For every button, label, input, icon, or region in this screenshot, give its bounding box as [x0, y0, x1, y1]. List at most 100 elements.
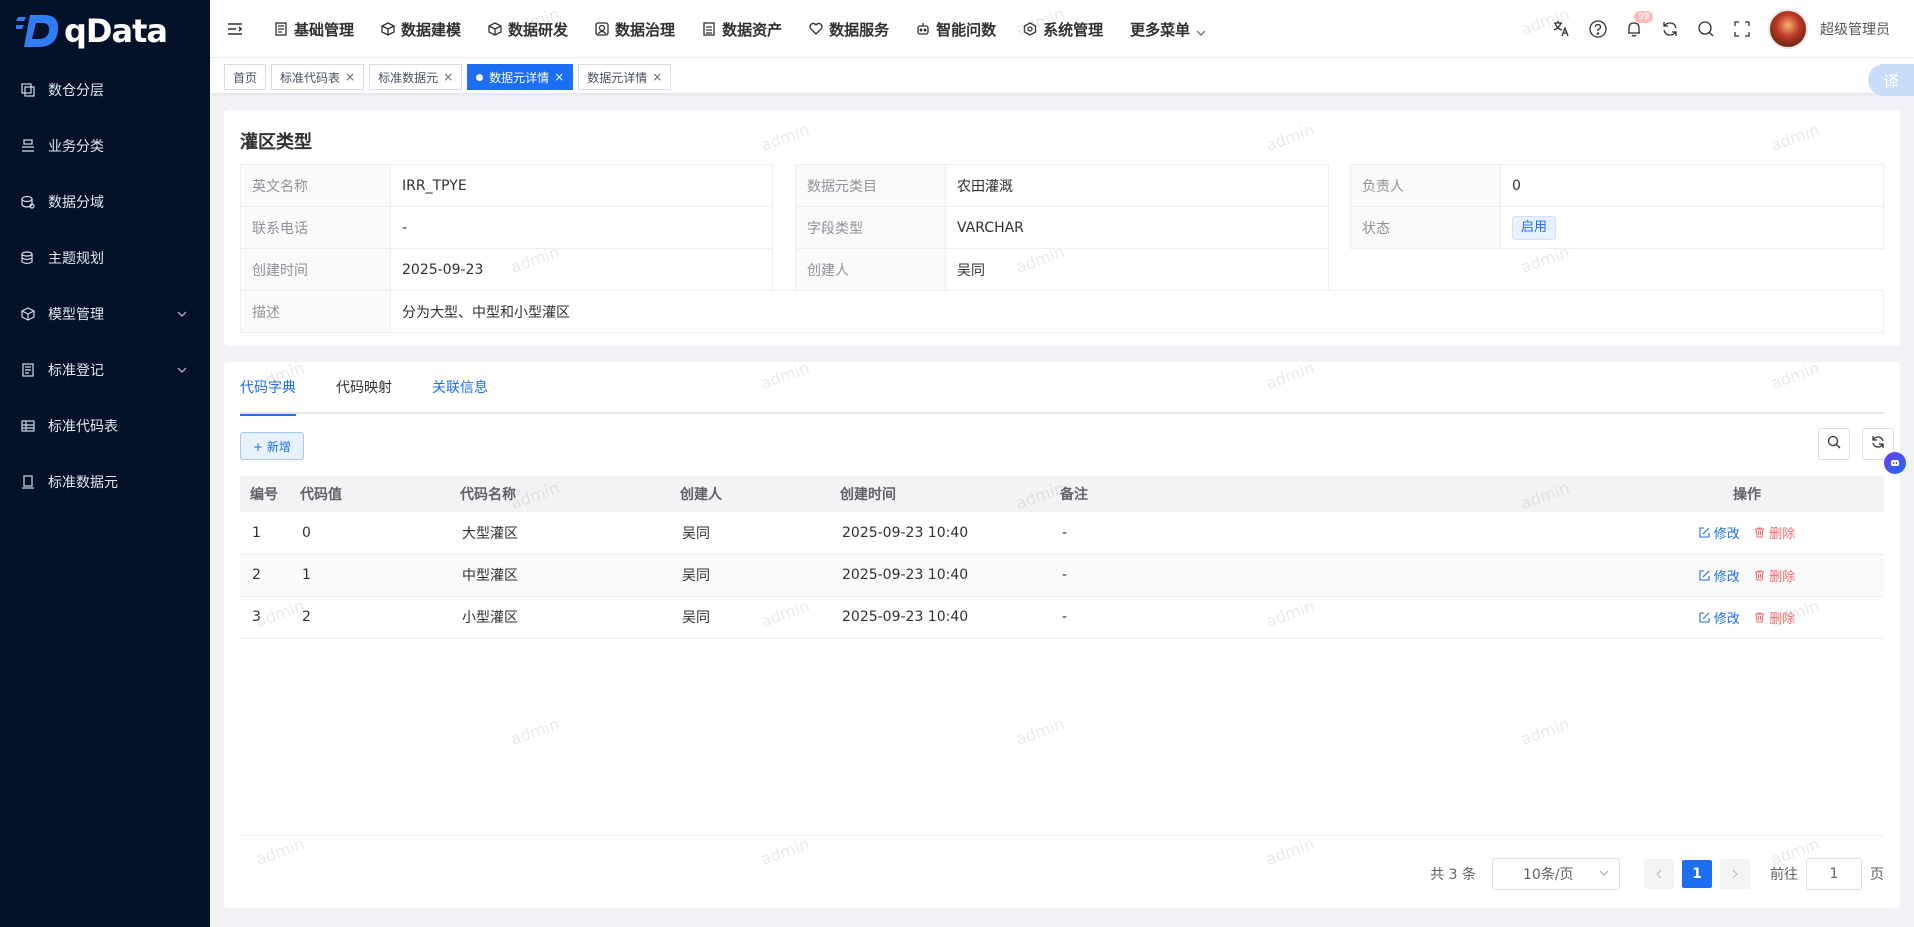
column-header: 创建人: [670, 476, 830, 512]
page-size-select[interactable]: 10条/页: [1492, 858, 1620, 890]
close-icon[interactable]: ×: [345, 70, 355, 84]
nav-smart-query[interactable]: 智能问数: [916, 19, 996, 40]
tag-data-element-detail-active[interactable]: 数据元详情 ×: [467, 64, 574, 90]
field-label: 数据元类目: [795, 164, 946, 207]
sidebar-item-label: 标准代码表: [48, 419, 118, 435]
cell-actions: 修改 删除: [1610, 596, 1884, 639]
tag-label: 首页: [233, 70, 258, 85]
cell-actions: 修改 删除: [1610, 512, 1884, 555]
nav-more-menu[interactable]: 更多菜单: [1130, 19, 1206, 40]
tag-label: 数据元详情: [587, 70, 648, 85]
nav-data-governance[interactable]: 数据治理: [595, 19, 675, 40]
fullscreen-icon[interactable]: [1732, 19, 1752, 39]
field-label: 创建时间: [240, 248, 391, 291]
settings-icon: [1023, 22, 1037, 36]
delete-button[interactable]: 删除: [1754, 566, 1795, 585]
data-element-icon: [20, 474, 36, 490]
code-dictionary-table: 编号 代码值 代码名称 创建人 创建时间 备注 操作 1 0 大型灌区 吴同 2…: [240, 476, 1884, 639]
sidebar-item-standard-code-table[interactable]: 标准代码表: [0, 398, 210, 454]
qdata-logo-icon: [15, 13, 62, 49]
sidebar-item-data-domain[interactable]: 数据分域: [0, 174, 210, 230]
cell-creator: 吴同: [670, 596, 830, 639]
sidebar-item-standard-data-element[interactable]: 标准数据元: [0, 454, 210, 510]
nav-data-service[interactable]: 数据服务: [809, 19, 889, 40]
page-number-current[interactable]: 1: [1682, 860, 1712, 888]
edit-label: 修改: [1713, 569, 1740, 585]
assistant-float-button[interactable]: [1884, 452, 1906, 474]
cell-actions: 修改 删除: [1610, 554, 1884, 597]
sidebar-item-standard-register[interactable]: 标准登记: [0, 342, 210, 398]
goto-label: 前往: [1770, 867, 1798, 883]
chevron-left-icon: [1656, 869, 1662, 879]
edit-label: 修改: [1713, 527, 1740, 543]
tab-related-info[interactable]: 关联信息: [432, 362, 488, 414]
cell-id: 3: [240, 596, 290, 639]
cell-remark: -: [1050, 554, 1610, 597]
logo[interactable]: qData: [0, 0, 210, 62]
detail-column-2: 数据元类目 农田灌溉 字段类型 VARCHAR 创建人 吴同: [795, 164, 1329, 291]
detail-column-1: 英文名称 IRR_TPYE 联系电话 - 创建时间 2025-09-23: [240, 164, 773, 291]
edit-button[interactable]: 修改: [1699, 608, 1740, 627]
delete-button[interactable]: 删除: [1754, 608, 1795, 627]
translate-button[interactable]: 译: [1868, 64, 1914, 96]
next-page-button[interactable]: [1720, 859, 1750, 889]
nav-data-modeling[interactable]: 数据建模: [381, 19, 461, 40]
edit-icon: [1699, 611, 1710, 623]
help-icon[interactable]: [1588, 19, 1608, 39]
close-icon[interactable]: ×: [554, 70, 564, 84]
column-header: 代码名称: [450, 476, 670, 512]
close-icon[interactable]: ×: [652, 70, 662, 84]
chevron-down-icon: [176, 364, 188, 376]
tag-bar: 首页 标准代码表 × 标准数据元 × 数据元详情 × 数据元详情 × 译: [210, 58, 1914, 96]
goto-page-input[interactable]: [1806, 858, 1862, 890]
sidebar-item-label: 模型管理: [48, 307, 104, 323]
nav-label: 数据资产: [722, 20, 783, 39]
sidebar-item-topic-plan[interactable]: 主题规划: [0, 230, 210, 286]
table-icon: [20, 418, 36, 434]
tag-home[interactable]: 首页: [224, 64, 267, 90]
tab-code-mapping[interactable]: 代码映射: [336, 362, 392, 414]
tags-list: 首页 标准代码表 × 标准数据元 × 数据元详情 × 数据元详情 ×: [224, 64, 676, 90]
nav-data-development[interactable]: 数据研发: [488, 19, 568, 40]
language-icon[interactable]: [1552, 19, 1572, 39]
username[interactable]: 超级管理员: [1820, 19, 1890, 39]
edit-button[interactable]: 修改: [1699, 523, 1740, 542]
sidebar-item-model-management[interactable]: 模型管理: [0, 286, 210, 342]
refresh-icon[interactable]: [1660, 19, 1680, 39]
prev-page-button[interactable]: [1644, 859, 1674, 889]
nav-label: 基础管理: [294, 20, 355, 39]
cell-created-time: 2025-09-23 10:40: [830, 596, 1050, 639]
detail-column-3: 负责人 0 状态 启用: [1350, 164, 1884, 249]
tag-standard-code-table[interactable]: 标准代码表 ×: [271, 64, 365, 90]
detail-description-row: 描述 分为大型、中型和小型灌区: [240, 290, 1884, 333]
table-search-button[interactable]: [1818, 428, 1850, 460]
edit-button[interactable]: 修改: [1699, 566, 1740, 585]
avatar[interactable]: [1768, 9, 1808, 49]
add-button[interactable]: + 新增: [240, 432, 304, 460]
field-type: VARCHAR: [945, 206, 1329, 249]
bell-icon[interactable]: 99: [1624, 11, 1654, 39]
delete-label: 删除: [1769, 611, 1796, 627]
tab-code-dictionary[interactable]: 代码字典: [240, 362, 296, 416]
tag-standard-data-element[interactable]: 标准数据元 ×: [369, 64, 463, 90]
page-size-value: 10条/页: [1523, 867, 1574, 883]
sidebar-item-layers[interactable]: 数仓分层: [0, 62, 210, 118]
delete-button[interactable]: 删除: [1754, 523, 1795, 542]
cell-remark: -: [1050, 512, 1610, 555]
sidebar-item-business-category[interactable]: 业务分类: [0, 118, 210, 174]
chevron-down-icon: [176, 308, 188, 320]
hamburger-icon[interactable]: [226, 20, 244, 38]
page-title: 灌区类型: [240, 132, 312, 153]
status-badge: 启用: [1512, 215, 1557, 240]
column-header: 创建时间: [830, 476, 1050, 512]
nav-data-assets[interactable]: 数据资产: [702, 19, 782, 40]
nav-label: 数据研发: [508, 20, 569, 39]
nav-system-management[interactable]: 系统管理: [1023, 19, 1103, 40]
tag-data-element-detail[interactable]: 数据元详情 ×: [578, 64, 672, 90]
nav-basic-management[interactable]: 基础管理: [274, 19, 354, 40]
search-icon[interactable]: [1696, 19, 1716, 39]
sidebar-item-label: 数仓分层: [48, 83, 104, 99]
nav-label: 系统管理: [1043, 20, 1104, 39]
close-icon[interactable]: ×: [443, 70, 453, 84]
category-icon: [20, 138, 36, 154]
